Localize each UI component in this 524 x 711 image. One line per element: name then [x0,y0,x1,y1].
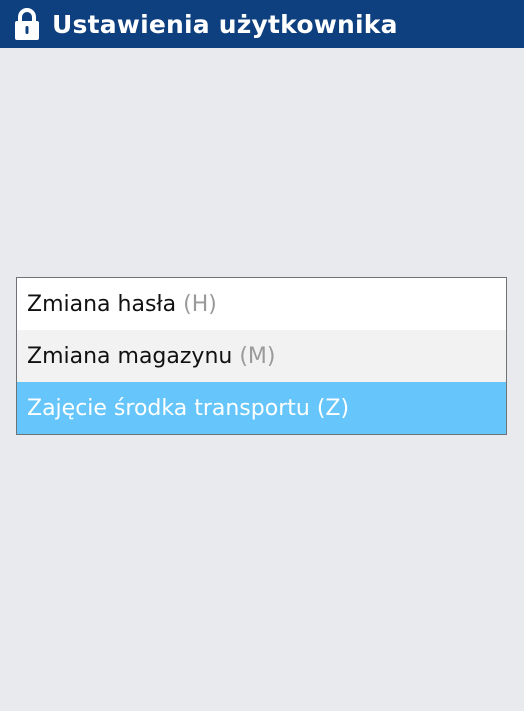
menu-item-label: Zmiana magazynu [27,343,233,369]
menu-item-shortcut: (H) [183,291,217,317]
page-title: Ustawienia użytkownika [52,9,398,39]
title-bar: Ustawienia użytkownika [0,0,524,48]
menu-item-change-warehouse[interactable]: Zmiana magazynu (M) [17,330,506,382]
menu-item-label: Zajęcie środka transportu [27,395,310,421]
menu-item-change-password[interactable]: Zmiana hasła (H) [17,278,506,330]
lock-icon [15,8,39,40]
menu-item-label: Zmiana hasła [27,291,177,317]
menu-item-shortcut: (M) [239,343,276,369]
options-menu: Zmiana hasła (H) Zmiana magazynu (M) Zaj… [16,277,507,435]
menu-item-shortcut: (Z) [316,395,350,421]
menu-item-occupy-transport[interactable]: Zajęcie środka transportu (Z) [17,382,506,434]
